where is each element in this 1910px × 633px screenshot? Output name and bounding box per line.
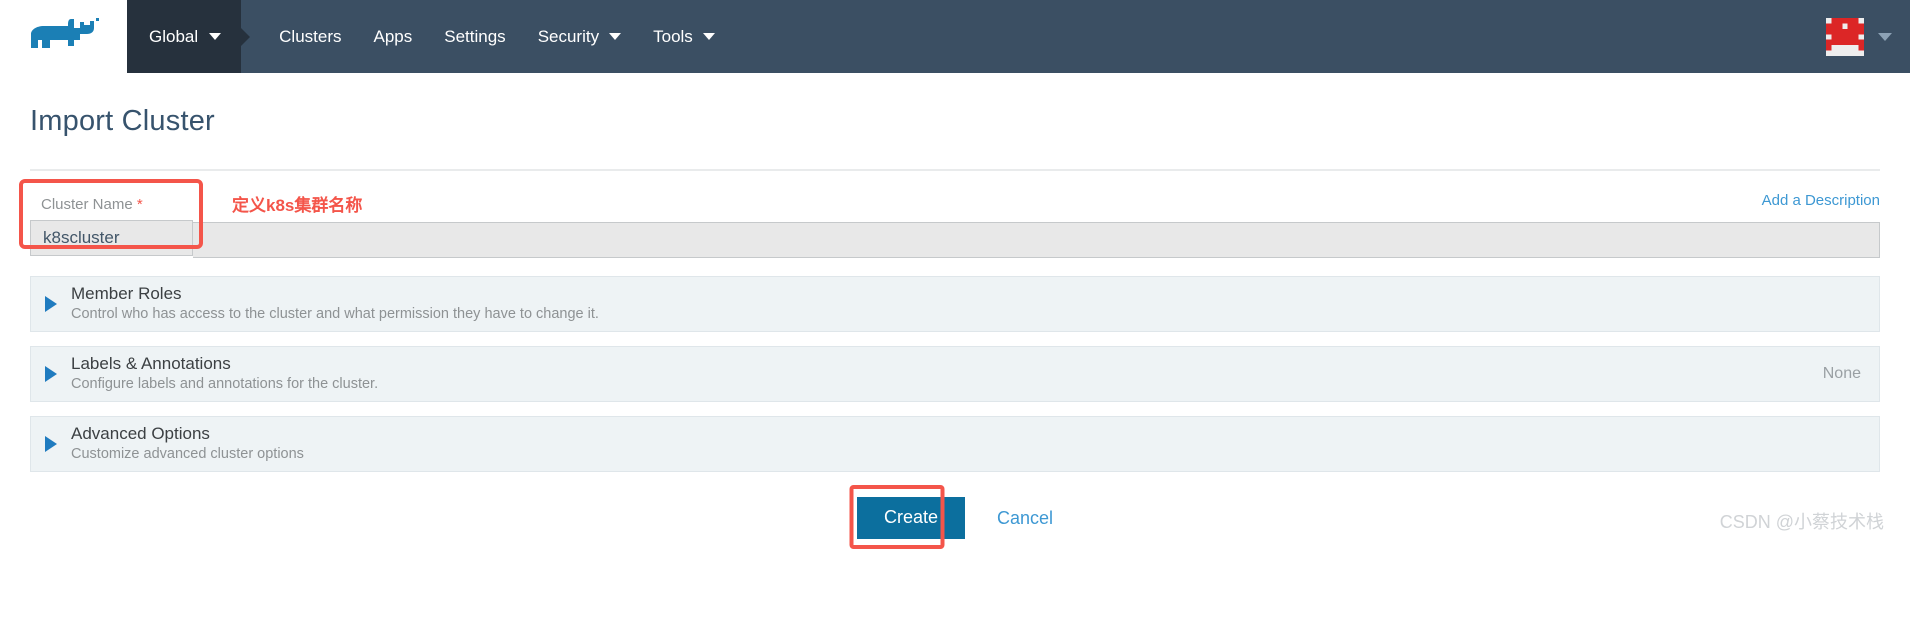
watermark: CSDN @小蔡技术栈 <box>1719 512 1884 532</box>
chevron-down-icon <box>609 33 622 40</box>
annotation-note-cluster-name: 定义k8s集群名称 <box>232 196 363 215</box>
triangle-right-icon <box>45 296 57 312</box>
cluster-name-field: Cluster Name * <box>30 191 193 256</box>
nav-item-clusters[interactable]: Clusters <box>263 0 357 73</box>
chevron-down-icon <box>209 33 222 40</box>
section-subtitle: Configure labels and annotations for the… <box>71 376 379 393</box>
main-navigation: Global Clusters Apps Settings Security T… <box>127 0 1910 73</box>
chevron-down-icon <box>1878 32 1892 41</box>
description-input[interactable] <box>193 222 1880 258</box>
nav-scope-global[interactable]: Global <box>127 0 242 73</box>
create-button[interactable]: Create <box>856 497 965 539</box>
title-divider <box>30 169 1880 171</box>
section-subtitle: Control who has access to the cluster an… <box>71 306 599 323</box>
cluster-name-label: Cluster Name * <box>30 191 193 220</box>
brand-logo[interactable] <box>0 0 127 73</box>
cancel-button[interactable]: Cancel <box>997 508 1053 529</box>
cluster-name-input[interactable] <box>30 220 193 256</box>
chevron-down-icon <box>702 33 715 40</box>
triangle-right-icon <box>45 436 57 452</box>
section-member-roles[interactable]: Member Roles Control who has access to t… <box>30 276 1880 332</box>
form-actions: Create Cancel <box>30 485 1880 549</box>
app-header: Global Clusters Apps Settings Security T… <box>0 0 1910 73</box>
section-title: Labels & Annotations <box>71 354 231 374</box>
section-text: Labels & Annotations Configure labels an… <box>71 353 1823 395</box>
nav-item-label: Tools <box>653 26 693 46</box>
nav-item-label: Clusters <box>279 26 342 46</box>
user-avatar-identicon-icon <box>1826 17 1864 56</box>
section-subtitle: Customize advanced cluster options <box>71 446 304 463</box>
cluster-name-label-text: Cluster Name <box>41 196 133 213</box>
nav-item-label: Security <box>537 26 600 46</box>
required-asterisk: * <box>136 196 143 213</box>
page-title: Import Cluster <box>30 105 215 137</box>
section-labels-annotations[interactable]: Labels & Annotations Configure labels an… <box>30 346 1880 402</box>
nav-items: Clusters Apps Settings Security Tools <box>241 0 731 73</box>
user-menu[interactable] <box>1826 0 1910 73</box>
nav-scope-label: Global <box>149 26 199 46</box>
page-content: Import Cluster Cluster Name * Add a Desc… <box>0 105 1910 549</box>
nav-item-settings[interactable]: Settings <box>428 0 521 73</box>
nav-item-tools[interactable]: Tools <box>637 0 731 73</box>
nav-item-apps[interactable]: Apps <box>358 0 429 73</box>
form-sections: Member Roles Control who has access to t… <box>30 276 1880 472</box>
nav-item-label: Apps <box>373 26 413 46</box>
section-title: Member Roles <box>71 284 182 304</box>
rancher-cow-logo-icon <box>30 17 99 48</box>
nav-item-security[interactable]: Security <box>522 0 637 73</box>
section-text: Advanced Options Customize advanced clus… <box>71 423 1861 465</box>
triangle-right-icon <box>45 366 57 382</box>
section-status: None <box>1822 365 1861 382</box>
section-title: Advanced Options <box>71 424 210 444</box>
section-text: Member Roles Control who has access to t… <box>71 283 1861 325</box>
add-description-link[interactable]: Add a Description <box>1762 192 1880 209</box>
nav-item-label: Settings <box>444 26 506 46</box>
section-advanced-options[interactable]: Advanced Options Customize advanced clus… <box>30 416 1880 472</box>
cluster-name-row: Cluster Name * Add a Description 定义k8s集群… <box>19 179 1880 258</box>
